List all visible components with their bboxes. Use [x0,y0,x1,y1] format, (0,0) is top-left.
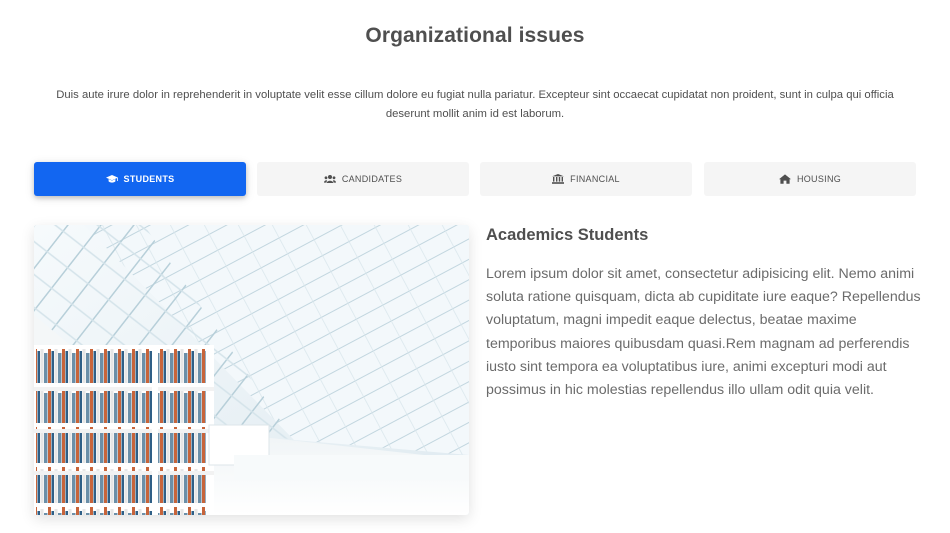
users-icon [323,174,336,184]
bank-icon [552,174,565,184]
home-icon [778,174,791,184]
content-heading: Academics Students [486,226,649,244]
tab-housing[interactable]: HOUSING [704,162,916,196]
tab-students-label: STUDENTS [123,174,175,184]
tab-candidates[interactable]: CANDIDATES [257,162,469,196]
tab-financial[interactable]: FINANCIAL [480,162,692,196]
tab-financial-label: FINANCIAL [570,174,620,184]
tab-students[interactable]: STUDENTS [34,162,246,196]
library-photo [34,225,469,515]
tab-bar: STUDENTS CANDIDATES FINANCIAL HOUSING [34,162,916,196]
intro-paragraph: Duis aute irure dolor in reprehenderit i… [56,89,894,120]
graduation-cap-icon [105,174,118,184]
page-title: Organizational issues [365,24,585,47]
tab-housing-label: HOUSING [796,174,842,184]
content-body: Lorem ipsum dolor sit amet, consectetur … [486,266,921,399]
tab-candidates-label: CANDIDATES [341,174,403,184]
